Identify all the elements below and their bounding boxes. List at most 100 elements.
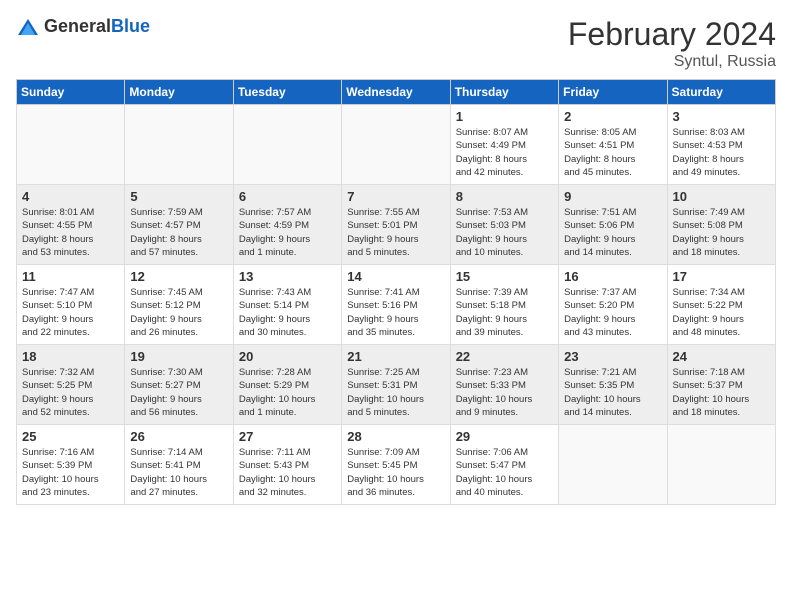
day-info: Sunrise: 8:01 AM Sunset: 4:55 PM Dayligh…: [22, 206, 119, 259]
day-number: 12: [130, 269, 227, 284]
day-number: 10: [673, 189, 770, 204]
day-number: 11: [22, 269, 119, 284]
calendar-day-cell: 15 Sunrise: 7:39 AM Sunset: 5:18 PM Dayli…: [450, 265, 558, 345]
page-header: GeneralBlue February 2024 Syntul, Russia: [16, 16, 776, 71]
header-friday: Friday: [559, 80, 667, 105]
day-info: Sunrise: 7:14 AM Sunset: 5:41 PM Dayligh…: [130, 446, 227, 499]
header-thursday: Thursday: [450, 80, 558, 105]
day-number: 8: [456, 189, 553, 204]
calendar-day-cell: 24Sunrise: 7:18 AM Sunset: 5:37 PM Dayli…: [667, 345, 775, 425]
calendar-week-row: 1 Sunrise: 8:07 AM Sunset: 4:49 PM Daylig…: [17, 105, 776, 185]
calendar-day-cell: 22 Sunrise: 7:23 AM Sunset: 5:33 PM Dayli…: [450, 345, 558, 425]
day-info: Sunrise: 7:49 AM Sunset: 5:08 PM Dayligh…: [673, 206, 770, 259]
day-number: 16: [564, 269, 661, 284]
day-info: Sunrise: 7:37 AM Sunset: 5:20 PM Dayligh…: [564, 286, 661, 339]
day-info: Sunrise: 8:03 AM Sunset: 4:53 PM Dayligh…: [673, 126, 770, 179]
day-number: 17: [673, 269, 770, 284]
location-subtitle: Syntul, Russia: [568, 53, 776, 71]
day-number: 23: [564, 349, 661, 364]
header-tuesday: Tuesday: [233, 80, 341, 105]
calendar-day-cell: 4 Sunrise: 8:01 AM Sunset: 4:55 PM Daylig…: [17, 185, 125, 265]
day-number: 20: [239, 349, 336, 364]
calendar-day-cell: 23 Sunrise: 7:21 AM Sunset: 5:35 PM Dayli…: [559, 345, 667, 425]
calendar-day-cell: 29 Sunrise: 7:06 AM Sunset: 5:47 PM Dayli…: [450, 425, 558, 505]
calendar-day-cell: 19 Sunrise: 7:30 AM Sunset: 5:27 PM Dayli…: [125, 345, 233, 425]
calendar-day-cell: 28Sunrise: 7:09 AM Sunset: 5:45 PM Dayli…: [342, 425, 450, 505]
calendar-day-cell: 3 Sunrise: 8:03 AM Sunset: 4:53 PM Daylig…: [667, 105, 775, 185]
calendar-day-cell: [667, 425, 775, 505]
day-number: 1: [456, 109, 553, 124]
day-number: 5: [130, 189, 227, 204]
day-info: Sunrise: 7:41 AM Sunset: 5:16 PM Dayligh…: [347, 286, 444, 339]
day-number: 29: [456, 429, 553, 444]
day-info: Sunrise: 7:21 AM Sunset: 5:35 PM Dayligh…: [564, 366, 661, 419]
day-info: Sunrise: 7:45 AM Sunset: 5:12 PM Dayligh…: [130, 286, 227, 339]
day-number: 22: [456, 349, 553, 364]
logo-icon: [16, 17, 40, 37]
day-number: 4: [22, 189, 119, 204]
day-info: Sunrise: 7:43 AM Sunset: 5:14 PM Dayligh…: [239, 286, 336, 339]
day-number: 2: [564, 109, 661, 124]
day-number: 13: [239, 269, 336, 284]
calendar-day-cell: [125, 105, 233, 185]
day-info: Sunrise: 7:32 AM Sunset: 5:25 PM Dayligh…: [22, 366, 119, 419]
calendar-day-cell: 25 Sunrise: 7:16 AM Sunset: 5:39 PM Dayli…: [17, 425, 125, 505]
calendar-day-cell: 26 Sunrise: 7:14 AM Sunset: 5:41 PM Dayli…: [125, 425, 233, 505]
calendar-table: SundayMondayTuesdayWednesdayThursdayFrid…: [16, 79, 776, 505]
day-info: Sunrise: 7:39 AM Sunset: 5:18 PM Dayligh…: [456, 286, 553, 339]
day-info: Sunrise: 7:16 AM Sunset: 5:39 PM Dayligh…: [22, 446, 119, 499]
day-info: Sunrise: 7:55 AM Sunset: 5:01 PM Dayligh…: [347, 206, 444, 259]
calendar-day-cell: 9Sunrise: 7:51 AM Sunset: 5:06 PM Daylig…: [559, 185, 667, 265]
day-number: 19: [130, 349, 227, 364]
calendar-day-cell: [17, 105, 125, 185]
day-info: Sunrise: 7:09 AM Sunset: 5:45 PM Dayligh…: [347, 446, 444, 499]
day-info: Sunrise: 7:28 AM Sunset: 5:29 PM Dayligh…: [239, 366, 336, 419]
day-info: Sunrise: 7:47 AM Sunset: 5:10 PM Dayligh…: [22, 286, 119, 339]
logo: GeneralBlue: [16, 16, 150, 37]
month-year-title: February 2024: [568, 16, 776, 53]
calendar-day-cell: 8Sunrise: 7:53 AM Sunset: 5:03 PM Daylig…: [450, 185, 558, 265]
header-monday: Monday: [125, 80, 233, 105]
calendar-day-cell: 18Sunrise: 7:32 AM Sunset: 5:25 PM Dayli…: [17, 345, 125, 425]
calendar-day-cell: 21 Sunrise: 7:25 AM Sunset: 5:31 PM Dayli…: [342, 345, 450, 425]
calendar-day-cell: 14 Sunrise: 7:41 AM Sunset: 5:16 PM Dayli…: [342, 265, 450, 345]
day-info: Sunrise: 8:07 AM Sunset: 4:49 PM Dayligh…: [456, 126, 553, 179]
calendar-day-cell: [233, 105, 341, 185]
day-info: Sunrise: 7:25 AM Sunset: 5:31 PM Dayligh…: [347, 366, 444, 419]
calendar-day-cell: 16 Sunrise: 7:37 AM Sunset: 5:20 PM Dayli…: [559, 265, 667, 345]
day-info: Sunrise: 8:05 AM Sunset: 4:51 PM Dayligh…: [564, 126, 661, 179]
day-number: 3: [673, 109, 770, 124]
day-number: 25: [22, 429, 119, 444]
day-number: 14: [347, 269, 444, 284]
day-info: Sunrise: 7:34 AM Sunset: 5:22 PM Dayligh…: [673, 286, 770, 339]
header-sunday: Sunday: [17, 80, 125, 105]
calendar-day-cell: 2 Sunrise: 8:05 AM Sunset: 4:51 PM Daylig…: [559, 105, 667, 185]
calendar-day-cell: 13 Sunrise: 7:43 AM Sunset: 5:14 PM Dayli…: [233, 265, 341, 345]
calendar-day-cell: 7 Sunrise: 7:55 AM Sunset: 5:01 PM Daylig…: [342, 185, 450, 265]
logo-general: General: [44, 16, 111, 36]
day-info: Sunrise: 7:59 AM Sunset: 4:57 PM Dayligh…: [130, 206, 227, 259]
day-number: 7: [347, 189, 444, 204]
calendar-day-cell: 10 Sunrise: 7:49 AM Sunset: 5:08 PM Dayli…: [667, 185, 775, 265]
day-info: Sunrise: 7:30 AM Sunset: 5:27 PM Dayligh…: [130, 366, 227, 419]
header-saturday: Saturday: [667, 80, 775, 105]
calendar-day-cell: 17 Sunrise: 7:34 AM Sunset: 5:22 PM Dayli…: [667, 265, 775, 345]
day-info: Sunrise: 7:11 AM Sunset: 5:43 PM Dayligh…: [239, 446, 336, 499]
day-number: 26: [130, 429, 227, 444]
day-info: Sunrise: 7:18 AM Sunset: 5:37 PM Dayligh…: [673, 366, 770, 419]
calendar-week-row: 18Sunrise: 7:32 AM Sunset: 5:25 PM Dayli…: [17, 345, 776, 425]
day-number: 21: [347, 349, 444, 364]
calendar-day-cell: 11 Sunrise: 7:47 AM Sunset: 5:10 PM Dayli…: [17, 265, 125, 345]
calendar-day-cell: [342, 105, 450, 185]
day-info: Sunrise: 7:57 AM Sunset: 4:59 PM Dayligh…: [239, 206, 336, 259]
day-info: Sunrise: 7:23 AM Sunset: 5:33 PM Dayligh…: [456, 366, 553, 419]
calendar-day-cell: 5 Sunrise: 7:59 AM Sunset: 4:57 PM Daylig…: [125, 185, 233, 265]
day-number: 27: [239, 429, 336, 444]
calendar-week-row: 4 Sunrise: 8:01 AM Sunset: 4:55 PM Daylig…: [17, 185, 776, 265]
calendar-day-cell: 12 Sunrise: 7:45 AM Sunset: 5:12 PM Dayli…: [125, 265, 233, 345]
calendar-day-cell: 1 Sunrise: 8:07 AM Sunset: 4:49 PM Daylig…: [450, 105, 558, 185]
header-wednesday: Wednesday: [342, 80, 450, 105]
logo-blue: Blue: [111, 16, 150, 36]
day-number: 15: [456, 269, 553, 284]
day-info: Sunrise: 7:06 AM Sunset: 5:47 PM Dayligh…: [456, 446, 553, 499]
